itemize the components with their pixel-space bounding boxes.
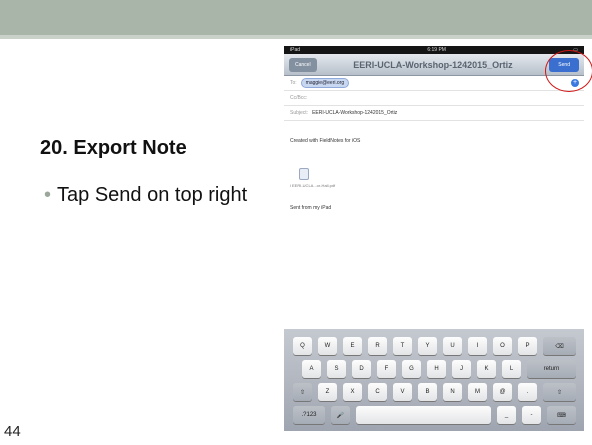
bullet-text: Tap Send on top right: [57, 184, 248, 206]
key[interactable]: _: [497, 406, 516, 424]
subject-value: EERI-UCLA-Workshop-1242015_Ortiz: [312, 110, 398, 116]
send-highlight-circle: [545, 50, 592, 92]
microphone-key[interactable]: 🎤: [331, 406, 350, 424]
key[interactable]: C: [368, 383, 387, 401]
key[interactable]: V: [393, 383, 412, 401]
space-key[interactable]: [356, 406, 491, 424]
key[interactable]: I: [468, 337, 487, 355]
slide-title: 20. Export Note: [40, 137, 187, 159]
nav-bar: Cancel EERI-UCLA-Workshop-1242015_Ortiz …: [284, 54, 584, 76]
delete-key[interactable]: ⌫: [543, 337, 576, 355]
return-key[interactable]: return: [527, 360, 576, 378]
key[interactable]: -: [522, 406, 541, 424]
to-label: To:: [290, 80, 297, 86]
bullet-dot-icon: •: [44, 184, 52, 206]
key[interactable]: G: [402, 360, 421, 378]
key[interactable]: A: [302, 360, 321, 378]
cancel-button[interactable]: Cancel: [289, 57, 317, 72]
key[interactable]: U: [443, 337, 462, 355]
shift-key[interactable]: ⇧: [543, 383, 576, 401]
key[interactable]: .: [518, 383, 537, 401]
key[interactable]: O: [493, 337, 512, 355]
key[interactable]: F: [377, 360, 396, 378]
ccbcc-label: Cc/Bcc:: [290, 95, 308, 101]
key[interactable]: T: [393, 337, 412, 355]
attachment-name: l EERI-UCLA...or-Hall.pdf: [290, 183, 336, 188]
subject-label: Subject:: [290, 110, 309, 116]
key[interactable]: K: [477, 360, 496, 378]
status-device: iPad: [290, 47, 301, 53]
keyboard-row-2: A S D F G H J K L return: [284, 360, 584, 380]
ipad-screenshot: iPad 6:19 PM ▭ Cancel EERI-UCLA-Workshop…: [284, 46, 584, 431]
keyboard-row-4: .?123 🎤 _ - ⌨: [284, 406, 584, 426]
attachment-file-icon[interactable]: [299, 168, 309, 180]
subject-row[interactable]: Subject: EERI-UCLA-Workshop-1242015_Orti…: [284, 106, 584, 121]
key[interactable]: D: [352, 360, 371, 378]
key[interactable]: M: [468, 383, 487, 401]
key[interactable]: L: [502, 360, 521, 378]
signature-line: Sent from my iPad: [290, 205, 332, 211]
key[interactable]: S: [327, 360, 346, 378]
key[interactable]: H: [427, 360, 446, 378]
keyboard-row-3: ⇧ Z X C V B N M @ . ⇧: [284, 383, 584, 403]
header-divider: [0, 35, 592, 39]
key[interactable]: N: [443, 383, 462, 401]
page-number: 44: [4, 423, 21, 440]
status-bar: iPad 6:19 PM ▭: [284, 46, 584, 54]
hide-keyboard-key[interactable]: ⌨: [547, 406, 576, 424]
key[interactable]: Z: [318, 383, 337, 401]
recipient-chip[interactable]: maggie@eeri.org: [300, 78, 350, 88]
key[interactable]: Y: [418, 337, 437, 355]
to-row[interactable]: To: maggie@eeri.org +: [284, 76, 584, 91]
key[interactable]: R: [368, 337, 387, 355]
numbers-key[interactable]: .?123: [293, 406, 325, 424]
key[interactable]: B: [418, 383, 437, 401]
key[interactable]: Q: [293, 337, 312, 355]
key[interactable]: @: [493, 383, 512, 401]
key[interactable]: P: [518, 337, 537, 355]
ccbcc-row[interactable]: Cc/Bcc:: [284, 91, 584, 106]
status-time: 6:19 PM: [427, 47, 446, 53]
bullet-item: • Tap Send on top right: [44, 183, 254, 208]
key[interactable]: E: [343, 337, 362, 355]
key[interactable]: J: [452, 360, 471, 378]
body-line: Created with FieldNotes for iOS: [290, 138, 361, 144]
header-band: [0, 0, 592, 35]
key[interactable]: W: [318, 337, 337, 355]
nav-title: EERI-UCLA-Workshop-1242015_Ortiz: [353, 59, 513, 70]
keyboard-row-1: Q W E R T Y U I O P ⌫: [284, 337, 584, 357]
keyboard: Q W E R T Y U I O P ⌫ A S D F G H J K L …: [284, 329, 584, 431]
shift-key[interactable]: ⇧: [293, 383, 312, 401]
key[interactable]: X: [343, 383, 362, 401]
